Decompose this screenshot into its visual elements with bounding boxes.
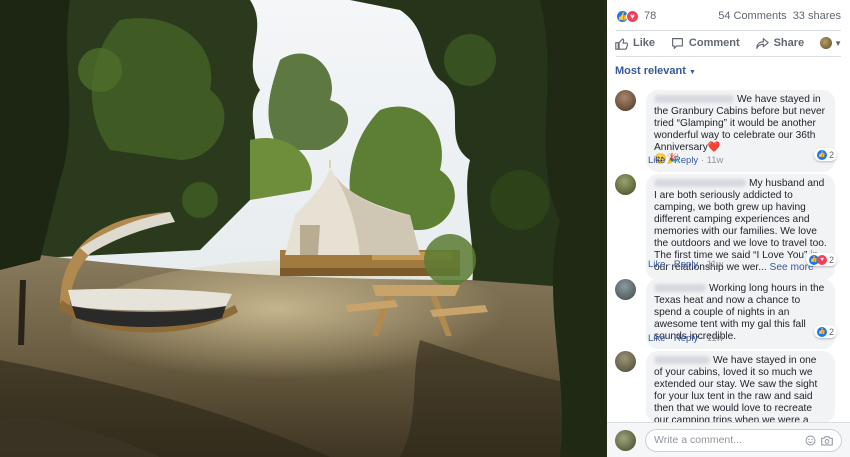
thumbs-up-icon <box>615 37 628 50</box>
commenter-avatar[interactable] <box>615 174 636 195</box>
comment-input[interactable]: Write a comment... <box>645 428 842 452</box>
like-reaction-icon: 👍 <box>816 149 827 160</box>
comment-button[interactable]: Comment <box>671 37 740 50</box>
comments-count-link[interactable]: 54 Comments <box>718 10 786 22</box>
write-comment-bar: Write a comment... <box>607 422 850 457</box>
smiley-icon[interactable] <box>804 434 816 446</box>
comment-reaction-count: 2 <box>828 254 834 265</box>
comment-reaction-count: 2 <box>828 326 834 337</box>
comment-timestamp[interactable]: 11w <box>707 333 724 344</box>
comment-timestamp[interactable]: 11w <box>707 259 724 270</box>
comment-bubble: We have stayed in one of your cabins, lo… <box>646 351 835 423</box>
comment-timestamp[interactable]: 11w <box>707 155 724 166</box>
post-photo[interactable] <box>0 0 607 457</box>
post-action-bar: Like Comment Share ▼ <box>607 30 850 56</box>
comment-like-link[interactable]: Like <box>648 155 665 166</box>
comment-reply-link[interactable]: Reply <box>674 155 698 166</box>
like-button-label: Like <box>632 37 655 49</box>
reaction-count[interactable]: 78 <box>644 10 656 22</box>
comment-item: We have stayed in the Granbury Cabins be… <box>615 90 843 172</box>
love-reaction-icon[interactable]: ♥ <box>626 9 639 23</box>
heart-emoji: ❤️ <box>707 142 721 153</box>
comment-reaction-badge[interactable]: 👍 2 <box>813 148 837 161</box>
comment-reaction-badge[interactable]: 👍 2 <box>813 325 837 338</box>
comment-actions: Like · Reply · 11w <box>648 155 724 166</box>
speech-bubble-icon <box>671 37 683 49</box>
comment-reaction-badge[interactable]: 👍 ♥ 2 <box>805 253 837 266</box>
comment-item: Working long hours in the Texas heat and… <box>615 279 843 349</box>
commenter-name-redacted[interactable] <box>654 95 734 104</box>
glamping-scene-image <box>0 0 607 457</box>
comment-reply-link[interactable]: Reply <box>674 259 698 270</box>
commenter-avatar[interactable] <box>615 279 636 300</box>
comment-actions: Like · Reply · 11w <box>648 333 724 344</box>
avatar <box>615 429 636 451</box>
share-arrow-icon <box>755 37 769 49</box>
comment-input-placeholder: Write a comment... <box>654 434 742 446</box>
share-button[interactable]: Share <box>755 37 805 50</box>
comment-sort-dropdown[interactable]: Most relevant ▼ <box>615 65 696 77</box>
reactions-summary: 👍 ♥ 78 54 Comments 33 shares <box>607 0 850 32</box>
chevron-down-icon: ▼ <box>688 69 696 76</box>
comment-item: My husband and I are both seriously addi… <box>615 174 843 280</box>
comment-reply-link[interactable]: Reply <box>674 333 698 344</box>
comment-reaction-count: 2 <box>828 149 834 160</box>
comment-sort-label: Most relevant <box>615 65 686 77</box>
camera-icon[interactable] <box>821 434 833 446</box>
avatar <box>820 37 833 49</box>
commenter-avatar[interactable] <box>615 351 636 372</box>
comment-actions: Like · Reply · 11w <box>648 259 724 270</box>
comments-panel: 👍 ♥ 78 54 Comments 33 shares Like Commen… <box>607 0 850 457</box>
divider <box>616 56 841 57</box>
comment-like-link[interactable]: Like <box>648 333 665 344</box>
like-button[interactable]: Like <box>615 37 655 50</box>
commenter-avatar[interactable] <box>615 90 636 111</box>
commenter-name-redacted[interactable] <box>654 356 710 365</box>
chevron-down-icon: ▼ <box>834 38 843 48</box>
commenter-name-redacted[interactable] <box>654 179 746 188</box>
like-reaction-icon: 👍 <box>816 326 827 337</box>
comment-like-link[interactable]: Like <box>648 259 665 270</box>
share-button-label: Share <box>773 37 805 49</box>
comment-item: We have stayed in one of your cabins, lo… <box>615 351 843 423</box>
commenter-name-redacted[interactable] <box>654 284 706 293</box>
comment-button-label: Comment <box>688 37 740 49</box>
comment-text: We have stayed in one of your cabins, lo… <box>654 355 818 423</box>
post-as-selector[interactable]: ▼ <box>820 37 842 49</box>
shares-count-link[interactable]: 33 shares <box>793 10 841 22</box>
love-reaction-icon: ♥ <box>816 254 827 265</box>
